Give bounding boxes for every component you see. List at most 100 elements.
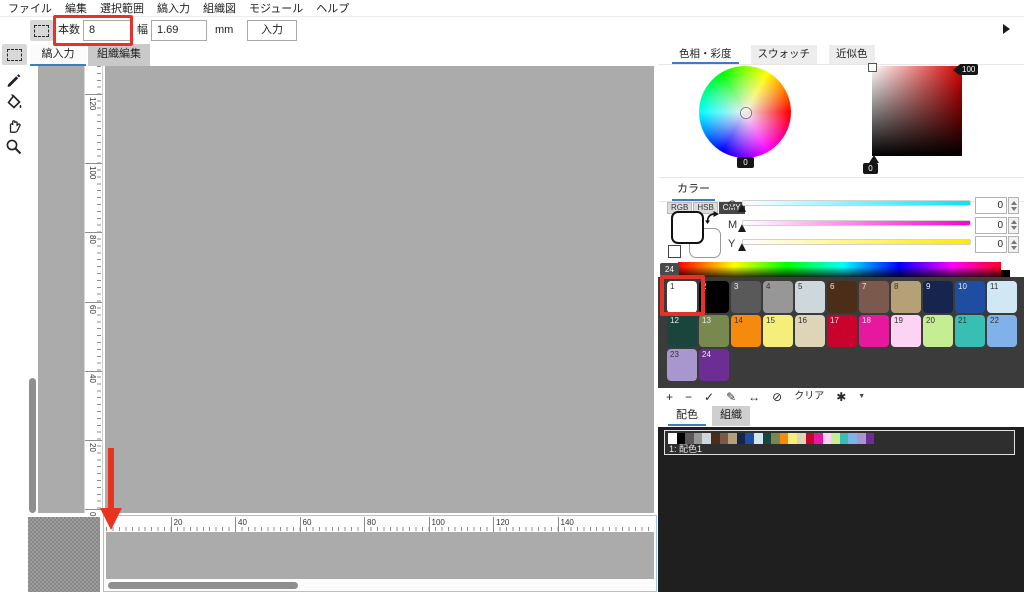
palette-swatch-24[interactable]: 24 [699,349,729,381]
scheme-chip-6 [710,433,720,444]
stripe-strip-panel: 20 40 60 80 100 120 140 [103,515,657,592]
sv-square-marker[interactable] [868,63,877,72]
palette-swatch-22[interactable]: 22 [987,315,1017,347]
palette-swatch-10[interactable]: 10 [955,281,985,313]
star-icon[interactable]: ✱ [836,388,846,406]
palette-swatch-23[interactable]: 23 [667,349,697,381]
scheme-chip-10 [745,433,754,444]
palette-swatch-18[interactable]: 18 [859,315,889,347]
menu-item-4[interactable]: 縞入力 [157,0,190,16]
add-icon[interactable]: + [666,388,673,406]
palette-swatch-19[interactable]: 19 [891,315,921,347]
scheme-chip-11 [753,433,763,444]
hue-bar-marker-black[interactable] [1001,270,1010,277]
main-canvas[interactable] [105,66,654,513]
tab-color[interactable]: カラー [672,180,715,201]
menu-item-5[interactable]: 組織図 [203,0,236,16]
palette-swatch-15[interactable]: 15 [763,315,793,347]
remove-icon[interactable]: − [685,388,692,406]
menubar: ファイル 編集 選択範囲 縞入力 組織図 モジュール ヘルプ [0,0,1024,17]
palette-swatch-2[interactable]: 2 [699,281,729,313]
foreground-color-square[interactable] [671,211,704,244]
palette-swatch-21[interactable]: 21 [955,315,985,347]
swap-icon[interactable]: ↔ [748,388,760,406]
hue-spectrum-bar[interactable] [678,262,1008,277]
slider-spinner-M[interactable] [1008,216,1019,234]
clear-icon[interactable]: クリア [794,388,824,406]
vertical-scrollbar[interactable] [29,378,36,513]
saturation-value-square[interactable] [872,66,962,156]
swap-colors-icon[interactable] [705,210,720,229]
palette-swatch-13[interactable]: 13 [699,315,729,347]
slider-value-Y[interactable]: 0 [975,236,1007,253]
stripe-strip-canvas[interactable] [106,532,654,579]
palette-swatch-5[interactable]: 5 [795,281,825,313]
palette-swatch-16[interactable]: 16 [795,315,825,347]
width-input[interactable]: 1.69 [151,20,207,41]
palette-toolbar: + − ✓ ✎ ↔ ⊘ クリア ✱ ▼ [666,388,1024,406]
doc-tab-1[interactable]: 縞入力 [30,44,86,66]
menu-item-2[interactable]: 編集 [65,0,87,16]
h-ruler-tick-20: 20 [170,517,182,532]
menu-item-6[interactable]: モジュール [249,0,303,16]
palette-swatch-9[interactable]: 9 [923,281,953,313]
count-input[interactable]: 8 [83,20,132,41]
menu-item-7[interactable]: ヘルプ [316,0,349,16]
slider-value-M[interactable]: 0 [975,216,1007,234]
slider-value-C[interactable]: 0 [975,197,1007,214]
slider-track-C[interactable] [742,200,971,206]
palette-swatch-8[interactable]: 8 [891,281,921,313]
edit-icon[interactable]: ✎ [726,388,736,406]
palette-swatch-7[interactable]: 7 [859,281,889,313]
palette-swatch-6[interactable]: 6 [827,281,857,313]
palette-swatch-4[interactable]: 4 [763,281,793,313]
menu-item-3[interactable]: 選択範囲 [100,0,144,16]
hue-wheel-marker[interactable] [741,108,751,118]
color-panel-tab-2[interactable]: スウォッチ [750,45,817,64]
scheme-tab-1[interactable]: 配色 [668,406,706,426]
palette-swatch-20[interactable]: 20 [923,315,953,347]
v-ruler-tick-80: 80 [85,232,102,244]
expand-arrow-icon[interactable] [1003,24,1010,34]
palette-swatch-17[interactable]: 17 [827,315,857,347]
input-button[interactable]: 入力 [247,20,297,41]
h-ruler-tick-80: 80 [364,517,376,532]
slider-track-Y[interactable] [742,239,971,245]
sv-bottom-marker[interactable] [869,155,879,163]
slider-track-M[interactable] [742,219,971,226]
scheme-list-item[interactable]: 1: 配色1 [664,430,1015,455]
fill-tool-icon[interactable] [5,93,23,111]
selection-tool-button[interactable] [30,20,53,41]
slider-spinner-Y[interactable] [1008,236,1019,253]
default-colors-icon[interactable] [668,245,681,258]
v-ruler-tick-20: 20 [85,440,102,452]
doc-tab-2[interactable]: 組織編集 [88,44,150,66]
left-tool-selection-active[interactable] [2,44,27,65]
scheme-chip-14 [779,433,789,444]
color-panel-tab-1[interactable]: 色相・彩度 [672,45,739,64]
hue-bar-marker-white[interactable] [1001,262,1010,270]
menu-item-1[interactable]: ファイル [8,0,52,16]
scheme-chip-9 [736,433,746,444]
palette-swatch-12[interactable]: 12 [667,315,697,347]
hand-tool-icon[interactable] [5,116,23,134]
slider-row-M: M0 [728,216,1024,235]
palette-swatch-1[interactable]: 1 [667,281,697,313]
slider-spinner-C[interactable] [1008,197,1019,214]
pencil-tool-icon[interactable] [5,71,23,89]
stripe-preview-column[interactable] [38,66,84,513]
scheme-chip-16 [796,433,806,444]
selection-icon [7,48,22,61]
slider-label-M: M [728,218,738,231]
zoom-tool-icon[interactable] [5,138,23,156]
more-icon[interactable]: ▼ [858,388,865,406]
palette-swatch-11[interactable]: 11 [987,281,1017,313]
disable-icon[interactable]: ⊘ [772,388,782,406]
check-icon[interactable]: ✓ [704,388,714,406]
color-panel-tab-3[interactable]: 近似色 [829,45,875,64]
horizontal-scrollbar[interactable] [108,582,298,589]
palette-swatch-3[interactable]: 3 [731,281,761,313]
scheme-tab-2[interactable]: 組織 [712,406,750,426]
palette-swatch-14[interactable]: 14 [731,315,761,347]
scheme-color-chips [668,433,875,444]
